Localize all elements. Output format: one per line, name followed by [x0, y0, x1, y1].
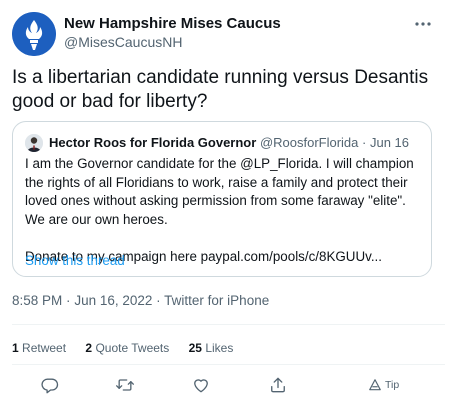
retweets-label: Retweet — [22, 341, 67, 355]
author-handle[interactable]: @MisesCaucusNH — [64, 34, 182, 50]
quoted-body: I am the Governor candidate for the @LP_… — [25, 155, 421, 266]
likes-label: Likes — [205, 341, 234, 355]
show-thread-link[interactable]: Show this thread — [25, 253, 125, 268]
more-options-icon[interactable] — [411, 14, 435, 34]
tweet-text: Is a libertarian candidate running versu… — [12, 67, 429, 112]
retweets-count: 1 — [12, 341, 19, 355]
retweets-stat[interactable]: 1 Retweet — [12, 341, 69, 355]
tweet-source[interactable]: Twitter for iPhone — [164, 293, 269, 308]
author-name[interactable]: New Hampshire Mises Caucus — [64, 15, 281, 32]
quotes-label: Quote Tweets — [95, 341, 170, 355]
retweet-icon — [116, 379, 134, 391]
quoted-header: Hector Roos for Florida Governor @Roosfo… — [49, 134, 409, 152]
tip-button[interactable]: Tip — [368, 374, 399, 396]
torch-logo-icon — [12, 12, 56, 56]
tip-label: Tip — [385, 379, 400, 391]
like-button[interactable] — [191, 374, 211, 396]
timestamp-separator-1: · — [66, 293, 71, 308]
quoted-author-name[interactable]: Hector Roos for Florida Governor — [49, 135, 256, 150]
quotes-stat[interactable]: 2 Quote Tweets — [85, 341, 172, 355]
retweet-button[interactable] — [114, 374, 136, 396]
likes-stat[interactable]: 25 Likes — [189, 341, 234, 355]
share-icon — [271, 377, 285, 393]
action-bar: Tip — [0, 374, 457, 398]
reply-icon — [41, 378, 59, 394]
tweet-date[interactable]: Jun 16, 2022 — [74, 293, 152, 308]
share-button[interactable] — [268, 374, 288, 396]
likes-count: 25 — [188, 341, 202, 355]
quoted-paragraph-1: I am the Governor candidate for the @LP_… — [25, 156, 414, 227]
timestamp-separator-2: · — [156, 293, 161, 308]
quoted-author-avatar[interactable] — [25, 134, 43, 152]
quoted-separator: · — [362, 135, 367, 150]
quotes-count: 2 — [85, 341, 93, 355]
divider — [12, 324, 445, 325]
quoted-date[interactable]: Jun 16 — [370, 135, 409, 150]
reply-button[interactable] — [40, 374, 60, 396]
author-avatar[interactable] — [12, 12, 56, 56]
quoted-tweet-card[interactable]: Hector Roos for Florida Governor @Roosfo… — [12, 121, 432, 277]
tweet-time[interactable]: 8:58 PM — [12, 293, 62, 308]
quoted-author-handle[interactable]: @RoosforFlorida — [260, 135, 358, 150]
engagement-stats: 1 Retweet 2 Quote Tweets 25 Likes — [12, 341, 249, 355]
tweet: New Hampshire Mises Caucus @MisesCaucusN… — [0, 0, 457, 406]
heart-icon — [194, 379, 208, 393]
tweet-timestamp: 8:58 PM · Jun 16, 2022 · Twitter for iPh… — [12, 293, 269, 308]
divider — [12, 364, 445, 365]
tip-icon — [369, 379, 381, 391]
